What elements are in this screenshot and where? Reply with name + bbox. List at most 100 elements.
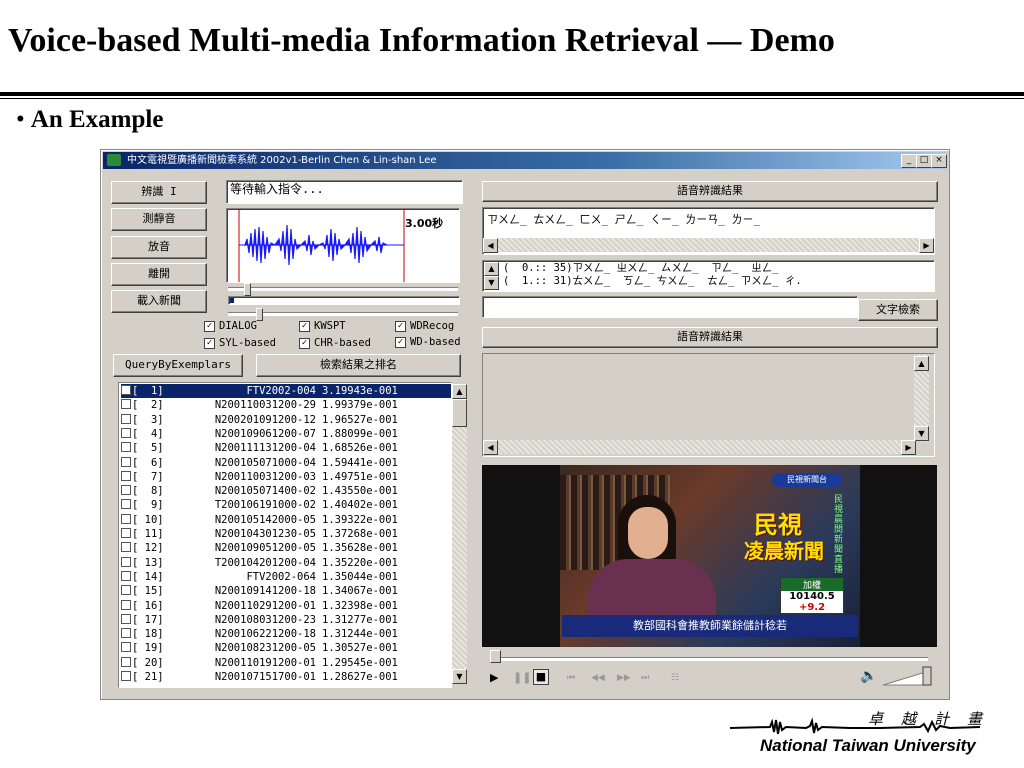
checkbox-kwspt[interactable]: ✓ KWSPT [299, 320, 346, 332]
recog-result-header[interactable]: 語音辨識結果 [482, 181, 938, 202]
scroll-up-icon[interactable]: ▲ [914, 356, 929, 371]
result-row[interactable]: [ 19] N200108231200-05 1.30527e-001 [121, 641, 451, 655]
result-checkbox[interactable] [121, 556, 131, 567]
result-row[interactable]: [ 16] N200110291200-01 1.32398e-001 [121, 599, 451, 613]
checkbox-wdrecog[interactable]: ✓ WDRecog [395, 320, 454, 332]
result-row[interactable]: [ 12] N200109051200-05 1.35628e-001 [121, 541, 451, 555]
scroll-down-icon[interactable]: ▼ [914, 426, 929, 441]
measure-silence-button[interactable]: 測靜音 [111, 208, 207, 231]
recognize-button[interactable]: 辨識 I [111, 181, 207, 204]
result-checkbox[interactable] [121, 642, 131, 653]
result-index: [ 16] [132, 599, 164, 612]
result-checkbox[interactable] [121, 585, 131, 596]
result-checkbox[interactable] [121, 542, 131, 553]
checkbox-chr-based[interactable]: ✓ CHR-based [299, 337, 371, 349]
scroll-right-icon[interactable]: ▶ [919, 238, 934, 253]
spin-down-icon[interactable]: ▼ [484, 276, 499, 290]
volume-icon[interactable]: 🔈 [860, 668, 877, 684]
result-checkbox[interactable] [121, 570, 131, 581]
result-row[interactable]: [ 15] N200109141200-18 1.34067e-001 [121, 584, 451, 598]
result-row[interactable]: [ 2] N200110031200-29 1.99379e-001 [121, 398, 451, 412]
result-checkbox[interactable] [121, 628, 131, 639]
result-checkbox[interactable] [121, 442, 131, 453]
position-slider-track[interactable] [228, 287, 458, 291]
recog-result-header-2[interactable]: 語音辨識結果 [482, 327, 938, 348]
play-icon[interactable]: ▶ [490, 671, 498, 684]
recog-hscroll[interactable]: ◀ ▶ [483, 238, 934, 253]
result-row[interactable]: [ 3] N200201091200-12 1.96527e-001 [121, 413, 451, 427]
result-row[interactable]: [ 14] FTV2002-064 1.35044e-001 [121, 570, 451, 584]
result-row[interactable]: [ 11] N200104301230-05 1.37268e-001 [121, 527, 451, 541]
checkbox-dialog[interactable]: ✓ DIALOG [204, 320, 257, 332]
result-checkbox[interactable] [121, 413, 131, 424]
skip-back-icon[interactable]: ⏮ [567, 673, 575, 683]
scroll-left-icon[interactable]: ◀ [483, 238, 498, 253]
result-row[interactable]: [ 1] FTV2002-004 3.19943e-001 [121, 384, 451, 398]
result-checkbox[interactable] [121, 499, 131, 510]
ranking-button[interactable]: 檢索結果之排名 [256, 354, 461, 377]
stop-icon[interactable]: ■ [533, 669, 549, 685]
volume-slider-thumb[interactable] [256, 308, 263, 321]
scroll-down-icon[interactable]: ▼ [452, 669, 467, 684]
checkbox-syl-based[interactable]: ✓ SYL-based [204, 337, 276, 349]
text-search-input[interactable] [482, 296, 858, 318]
results-scrollbar[interactable]: ▲ ▼ [452, 384, 467, 684]
result-row[interactable]: [ 17] N200108031200-23 1.31277e-001 [121, 613, 451, 627]
recog-hscroll-2[interactable]: ◀ ▶ [483, 440, 916, 455]
result-row[interactable]: [ 4] N200109061200-07 1.88099e-001 [121, 427, 451, 441]
scroll-right-icon[interactable]: ▶ [901, 440, 916, 455]
spin-up-icon[interactable]: ▲ [484, 262, 499, 276]
result-checkbox[interactable] [121, 613, 131, 624]
result-row[interactable]: [ 8] N200105071400-02 1.43550e-001 [121, 484, 451, 498]
result-checkbox[interactable] [121, 671, 131, 681]
result-row[interactable]: [ 10] N200105142000-05 1.39322e-001 [121, 513, 451, 527]
query-by-exemplars-button[interactable]: QueryByExemplars [113, 354, 243, 377]
checkbox-wd-based[interactable]: ✓ WD-based [395, 336, 461, 348]
result-score: 1.96527e-001 [322, 413, 398, 426]
exit-button[interactable]: 離開 [111, 263, 207, 286]
seek-track[interactable] [494, 657, 928, 661]
position-slider-thumb[interactable] [244, 283, 251, 296]
result-checkbox[interactable] [121, 656, 131, 667]
play-audio-button[interactable]: 放音 [111, 236, 207, 259]
recog-vscroll[interactable]: ▲ ▼ [914, 354, 929, 442]
result-checkbox[interactable] [121, 456, 131, 467]
result-row[interactable]: [ 18] N200106221200-18 1.31244e-001 [121, 627, 451, 641]
result-checkbox[interactable] [121, 599, 131, 610]
result-checkbox[interactable] [121, 399, 131, 410]
result-row[interactable]: [ 6] N200105071000-04 1.59441e-001 [121, 456, 451, 470]
scroll-thumb[interactable] [452, 399, 467, 427]
fast-forward-icon[interactable]: ▶▶ [617, 673, 631, 683]
result-row[interactable]: [ 9] T200106191000-02 1.40402e-001 [121, 498, 451, 512]
text-search-button[interactable]: 文字檢索 [858, 299, 938, 321]
video-player[interactable]: 民視新聞台 民視 凌晨新聞 民視晨間新聞直播 加權 10140.5 +9.2 教… [482, 465, 937, 647]
result-row[interactable]: [ 5] N200111131200-04 1.68526e-001 [121, 441, 451, 455]
results-list[interactable]: [ 1] FTV2002-004 3.19943e-001 [ 2] N20011003… [118, 382, 452, 688]
scroll-left-icon[interactable]: ◀ [483, 440, 498, 455]
result-checkbox[interactable] [121, 385, 131, 395]
result-checkbox[interactable] [121, 470, 131, 481]
minimize-button[interactable]: _ [901, 154, 917, 168]
result-score: 1.39322e-001 [322, 513, 398, 526]
load-news-button[interactable]: 載入新聞 [111, 290, 207, 313]
playlist-icon[interactable]: ☷ [671, 673, 679, 683]
volume-slider[interactable] [881, 665, 935, 687]
window-titlebar[interactable]: 中文電視暨廣播新聞檢索系統 2002v1-Berlin Chen & Lin-s… [103, 152, 947, 169]
pause-icon[interactable]: ❚❚ [513, 671, 531, 684]
ticker-value: 10140.5 [789, 591, 835, 602]
rewind-icon[interactable]: ◀◀ [591, 673, 605, 683]
result-checkbox[interactable] [121, 513, 131, 524]
result-checkbox[interactable] [121, 485, 131, 496]
maximize-button[interactable]: □ [916, 154, 932, 168]
result-checkbox[interactable] [121, 427, 131, 438]
result-row[interactable]: [ 7] N200110031200-03 1.49751e-001 [121, 470, 451, 484]
result-row[interactable]: [ 13] T200104201200-04 1.35220e-001 [121, 556, 451, 570]
result-row[interactable]: [ 21] N200107151700-01 1.28627e-001 [121, 670, 451, 684]
close-button[interactable]: × [931, 154, 947, 168]
scroll-up-icon[interactable]: ▲ [452, 384, 467, 399]
result-name: N200108031200-23 [214, 613, 316, 626]
result-checkbox[interactable] [121, 528, 131, 538]
result-row[interactable]: [ 20] N200110191200-01 1.29545e-001 [121, 656, 451, 670]
skip-forward-icon[interactable]: ⏭ [641, 673, 649, 683]
seek-thumb[interactable] [490, 650, 501, 663]
